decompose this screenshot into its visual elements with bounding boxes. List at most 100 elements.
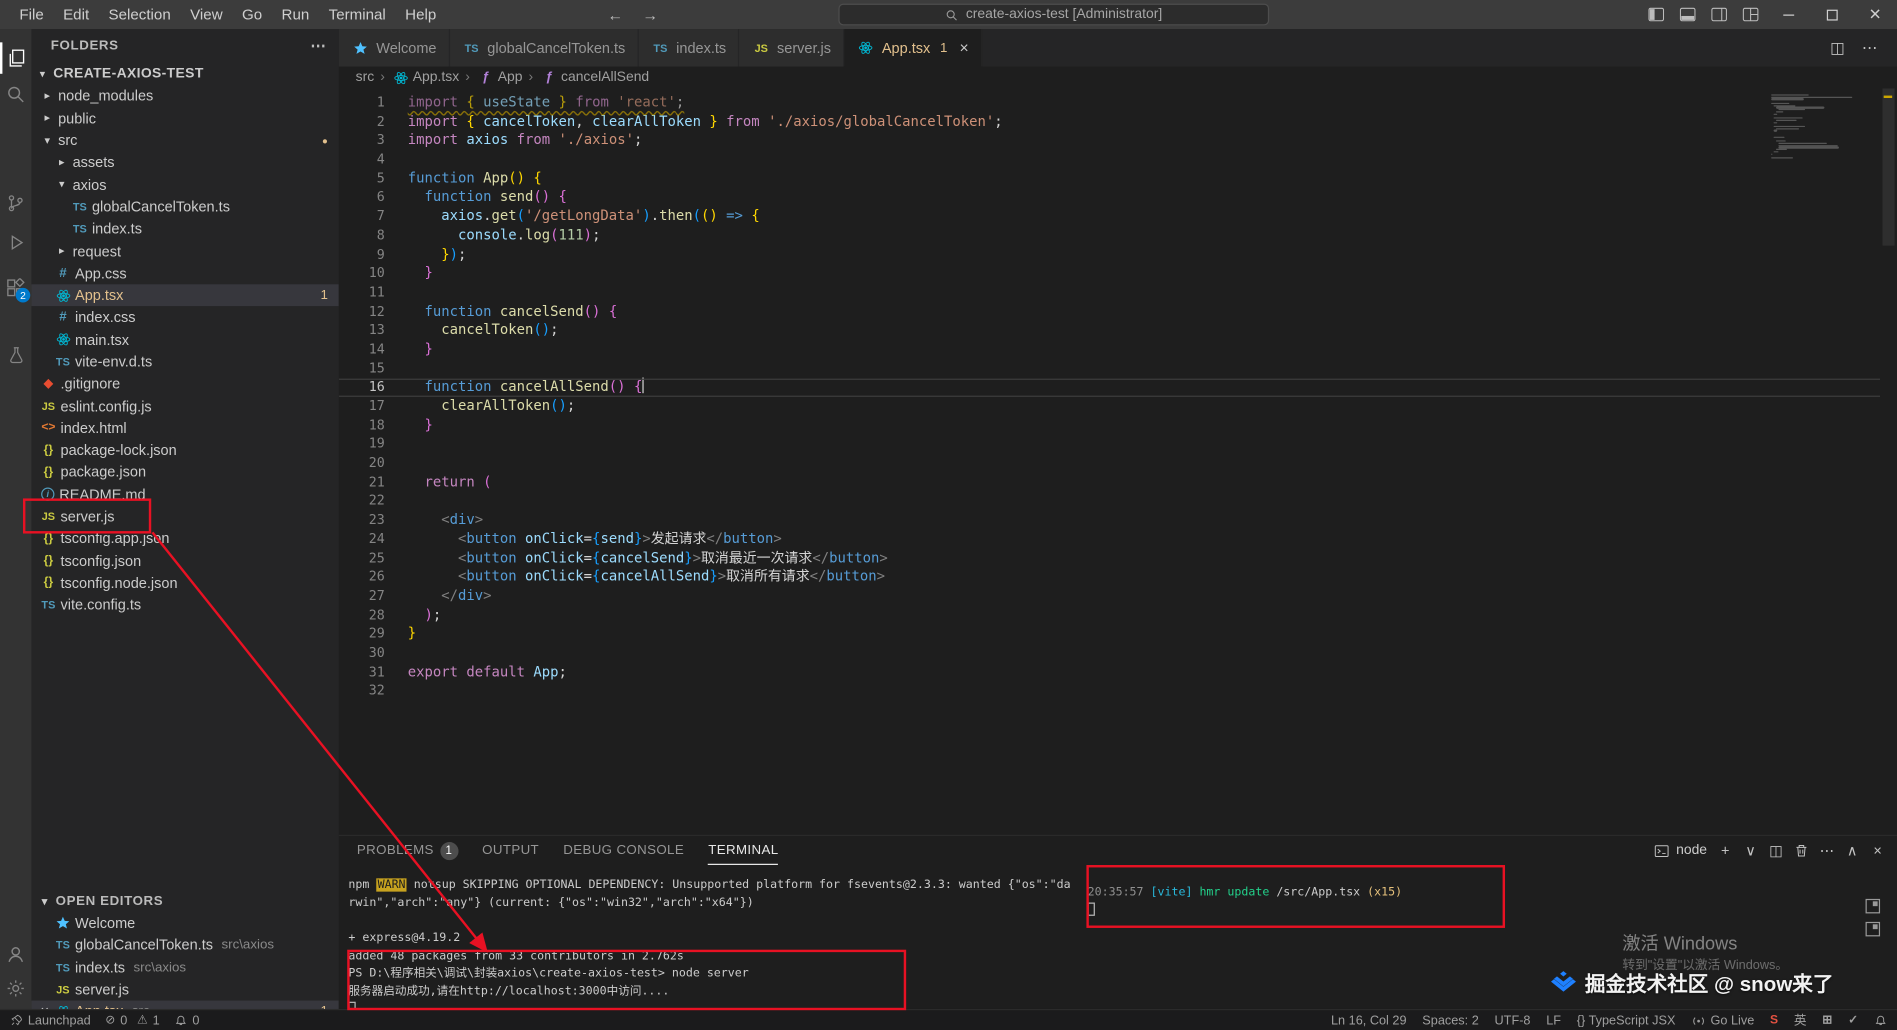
code-line-24[interactable]: <button onClick={send}>发起请求</button> [408, 530, 1762, 549]
code-line-21[interactable]: return ( [408, 473, 1762, 492]
nav-forward-icon[interactable]: → [642, 5, 658, 23]
breadcrumb-cancelAllSend[interactable]: ƒcancelAllSend [539, 69, 649, 86]
open-editor-index.ts[interactable]: TSindex.tssrc\axios [31, 956, 338, 978]
panel-tab-output[interactable]: OUTPUT [482, 836, 539, 865]
code-line-22[interactable] [408, 492, 1762, 511]
tree-item-README.md[interactable]: iREADME.md [31, 483, 338, 505]
code-line-3[interactable]: import axios from './axios'; [408, 131, 1762, 150]
status-notifications[interactable] [1874, 1014, 1887, 1027]
status-launchpad[interactable]: Launchpad [10, 1013, 91, 1028]
more-actions-icon[interactable]: ⋯ [310, 36, 326, 55]
breadcrumb-App[interactable]: ƒApp [476, 69, 523, 86]
menu-selection[interactable]: Selection [99, 0, 181, 29]
status-eol[interactable]: LF [1546, 1013, 1561, 1028]
overview-ruler[interactable] [1880, 88, 1897, 834]
code-line-10[interactable]: } [408, 264, 1762, 283]
open-editor-globalCancelToken.ts[interactable]: TSglobalCancelToken.tssrc\axios [31, 934, 338, 956]
terminal-shell-select[interactable]: node [1654, 843, 1707, 859]
code-line-4[interactable] [408, 150, 1762, 169]
tree-item-.gitignore[interactable]: ◆.gitignore [31, 373, 338, 395]
tree-item-App.tsx[interactable]: App.tsx1 [31, 284, 338, 306]
code-line-19[interactable] [408, 435, 1762, 454]
toggle-panel-icon[interactable] [1672, 0, 1703, 29]
code-line-15[interactable] [408, 359, 1762, 378]
code-editor[interactable]: 1234567891011121314151617181920212223242… [339, 88, 1897, 834]
more-actions-icon[interactable]: ⋯ [1820, 842, 1835, 859]
code-line-27[interactable]: </div> [408, 587, 1762, 606]
breadcrumb-App.tsx[interactable]: App.tsx [391, 69, 459, 86]
minimap[interactable] [1771, 94, 1877, 161]
terminal-left[interactable]: npm WARN notsup SKIPPING OPTIONAL DEPEND… [348, 865, 1074, 1009]
menu-help[interactable]: Help [395, 0, 445, 29]
panel-tab-debug-console[interactable]: DEBUG CONSOLE [563, 836, 684, 865]
code-line-18[interactable]: } [408, 416, 1762, 435]
status-go-live[interactable]: Go Live [1691, 1013, 1754, 1028]
menu-view[interactable]: View [180, 0, 232, 29]
tree-item-tsconfig.node.json[interactable]: {}tsconfig.node.json [31, 572, 338, 594]
activity-search[interactable] [0, 79, 31, 110]
close-panel-icon[interactable]: × [1870, 842, 1885, 859]
code-line-6[interactable]: function send() { [408, 188, 1762, 207]
tree-item-tsconfig.app.json[interactable]: {}tsconfig.app.json [31, 528, 338, 550]
status-layout-toggle[interactable]: ⊞ [1822, 1014, 1832, 1027]
close-icon[interactable]: × [959, 39, 968, 57]
status-indentation[interactable]: Spaces: 2 [1422, 1013, 1479, 1028]
code-line-23[interactable]: <div> [408, 511, 1762, 530]
code-line-9[interactable]: }); [408, 245, 1762, 264]
code-line-17[interactable]: clearAllToken(); [408, 397, 1762, 416]
open-editor-server.js[interactable]: JSserver.js [31, 979, 338, 1001]
code-line-28[interactable]: ); [408, 606, 1762, 625]
nav-back-icon[interactable]: ← [607, 5, 623, 23]
status-feedback[interactable]: 0 [174, 1013, 199, 1028]
sidebar-section-header[interactable]: FOLDERS ⋯ [31, 29, 338, 63]
tree-item-tsconfig.json[interactable]: {}tsconfig.json [31, 550, 338, 572]
tree-item-server.js[interactable]: JSserver.js [31, 506, 338, 528]
menu-edit[interactable]: Edit [53, 0, 98, 29]
open-editor-Welcome[interactable]: Welcome [31, 912, 338, 934]
activity-account[interactable] [0, 939, 31, 970]
status-sass-badge[interactable]: S [1770, 1014, 1778, 1027]
breadcrumb-src[interactable]: src [356, 70, 375, 85]
tree-item-index.html[interactable]: <>index.html [31, 417, 338, 439]
tab-index.ts[interactable]: TSindex.ts [639, 29, 740, 67]
code-line-20[interactable] [408, 454, 1762, 473]
maximize-panel-icon[interactable]: ∧ [1845, 842, 1860, 859]
tree-item-App.css[interactable]: #App.css [31, 262, 338, 284]
tree-item-node_modules[interactable]: ▸node_modules [31, 85, 338, 107]
code-line-16[interactable]: function cancelAllSend() { [408, 378, 1762, 397]
code-line-31[interactable]: export default App; [408, 663, 1762, 682]
command-center[interactable]: create-axios-test [Administrator] [838, 4, 1269, 26]
activity-test-explorer[interactable] [0, 339, 31, 370]
kill-terminal-icon[interactable] [1794, 843, 1809, 858]
tree-item-globalCancelToken.ts[interactable]: TSglobalCancelToken.ts [31, 196, 338, 218]
launch-profile-icon[interactable]: ∨ [1743, 842, 1758, 859]
status-language-mode[interactable]: {} TypeScript JSX [1577, 1013, 1676, 1028]
activity-source-control[interactable] [0, 188, 31, 219]
maximize-button[interactable] [1810, 0, 1854, 29]
menu-file[interactable]: File [10, 0, 54, 29]
code-line-5[interactable]: function App() { [408, 169, 1762, 188]
minimize-button[interactable] [1766, 0, 1810, 29]
code-line-8[interactable]: console.log(111); [408, 226, 1762, 245]
tree-item-src[interactable]: ▾src● [31, 129, 338, 151]
tree-item-axios[interactable]: ▾axios [31, 174, 338, 196]
open-editor-App.tsx[interactable]: ×App.tsxsrc1 [31, 1001, 338, 1009]
activity-settings[interactable] [0, 973, 31, 1004]
open-editors-header[interactable]: ▾ OPEN EDITORS [31, 890, 338, 912]
tree-item-CREATE-AXIOS-TEST[interactable]: ▾CREATE-AXIOS-TEST [31, 63, 338, 85]
code-line-12[interactable]: function cancelSend() { [408, 302, 1762, 321]
panel-tab-problems[interactable]: PROBLEMS1 [357, 836, 458, 865]
status-encoding[interactable]: UTF-8 [1495, 1013, 1531, 1028]
tree-item-package-lock.json[interactable]: {}package-lock.json [31, 439, 338, 461]
code-line-26[interactable]: <button onClick={cancelAllSend}>取消所有请求</… [408, 568, 1762, 587]
code-line-30[interactable] [408, 644, 1762, 663]
toggle-sidebar-icon[interactable] [1641, 0, 1672, 29]
status-cursor-position[interactable]: Ln 16, Col 29 [1331, 1013, 1407, 1028]
code-line-2[interactable]: import { cancelToken, clearAllToken } fr… [408, 112, 1762, 131]
tab-server.js[interactable]: JSserver.js [739, 29, 844, 67]
code-line-25[interactable]: <button onClick={cancelSend}>取消最近一次请求</b… [408, 549, 1762, 568]
code-line-14[interactable]: } [408, 340, 1762, 359]
tree-item-vite.config.ts[interactable]: TSvite.config.ts [31, 594, 338, 616]
menu-go[interactable]: Go [232, 0, 272, 29]
menu-run[interactable]: Run [272, 0, 319, 29]
